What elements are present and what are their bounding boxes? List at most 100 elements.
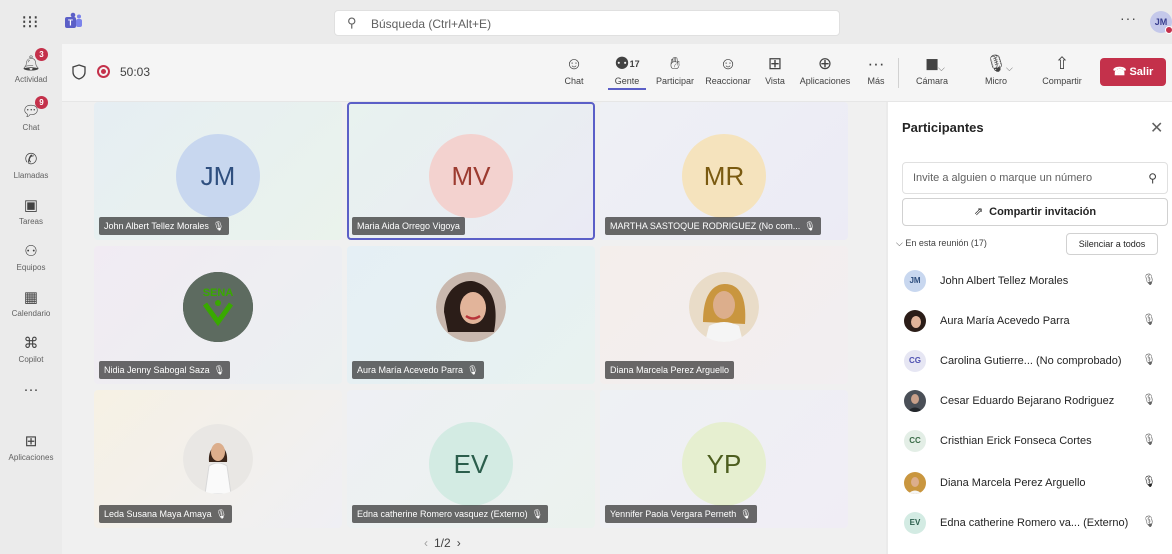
avatar: EV [904,512,926,534]
hangup-icon: ☎︎ [1112,66,1130,78]
video-tile[interactable]: Leda Susana Maya Amaya 🎙︎ [94,390,342,528]
shield-icon [72,64,86,80]
section-header[interactable]: ⌵ En esta reunión (17) [896,238,987,249]
rail-label: Tareas [18,217,43,226]
chevron-left-icon[interactable]: ‹ [424,536,428,550]
chevron-down-icon: ⌵ [1006,63,1013,73]
rail-item-aplicaciones[interactable]: ⊞ Aplicaciones [0,428,62,474]
tile-name: Nidia Jenny Sabogal Saza 🎙︎ [99,361,231,379]
video-tile[interactable]: JM John Albert Tellez Morales 🎙︎ [94,102,342,240]
meeting-toolbar: 50:03 ☺︎ Chat ⚉17 Gente ✋︎ Participar ☺ … [62,44,1172,102]
rail-item-more[interactable]: ··· [0,376,62,422]
panel-title: Participantes [902,120,984,135]
video-tile[interactable]: Aura María Acevedo Parra 🎙︎ [347,246,595,384]
participant-row[interactable]: EV Edna catherine Romero va... (Externo)… [902,508,1172,538]
avatar: MR [682,134,766,218]
page-indicator: 1/2 [434,536,451,550]
leave-button[interactable]: ☎︎ Salir [1100,58,1166,86]
hand-icon: ✋︎ [670,54,680,73]
rail-item-chat[interactable]: 💬︎ 9 Chat [0,96,62,144]
close-icon[interactable]: ✕ [1150,118,1163,138]
video-tile[interactable]: Diana Marcela Perez Arguello [600,246,848,384]
more-icon: ··· [867,54,885,73]
mic-off-icon: 🎙︎ [1142,516,1156,528]
toolbar-divider [898,58,899,88]
mic-off-icon: 🎙︎ [467,365,479,375]
rail-item-equipos[interactable]: ⚇ Equipos [0,238,62,284]
video-tile-active-speaker[interactable]: MV Maria Aida Orrego Vigoya [347,102,595,240]
avatar: JM [904,270,926,292]
participant-row[interactable]: CG Carolina Gutierre... (No comprobado) … [902,346,1172,376]
react-button[interactable]: ☺ Reaccionar [702,52,754,96]
avatar [904,390,926,412]
camera-button[interactable]: ◼︎ ⌵ Cámara [910,52,954,96]
user-avatar[interactable]: JM [1150,11,1172,34]
rail-label: Actividad [14,75,48,84]
mic-off-icon: 🎙︎ [804,221,816,231]
people-button[interactable]: ⚉17 Gente [608,52,646,96]
mute-all-button[interactable]: Silenciar a todos [1066,233,1158,255]
app-launcher-icon[interactable]: ⁝⁝⁝ [20,12,40,32]
video-tile[interactable]: YP Yennifer Paola Vergara Perneth 🎙︎ [600,390,848,528]
participant-row[interactable]: JM John Albert Tellez Morales 🎙︎ [902,266,1172,296]
tile-name: Maria Aida Orrego Vigoya [352,217,465,235]
rail-label: Calendario [11,309,51,318]
mic-off-icon: 🎙︎ ⌵ [976,52,1016,76]
avatar: EV [429,422,513,506]
mic-icon: 🎙︎ [1142,476,1156,488]
rail-item-tareas[interactable]: ▣ Tareas [0,192,62,238]
avatar [904,310,926,332]
rail-label: Equipos [16,263,46,272]
chat-badge: 9 [35,96,48,109]
mic-off-icon: 🎙︎ [531,509,544,519]
sena-logo-photo: SENA [183,272,253,342]
invite-placeholder: Invite a alguien o marque un número [913,172,1093,184]
participant-row[interactable]: Cesar Eduardo Bejarano Rodriguez 🎙︎ [902,386,1172,416]
apps-button[interactable]: ⊕ Aplicaciones [796,52,854,96]
tile-name: Aura María Acevedo Parra 🎙︎ [352,361,484,379]
profile-photo [183,424,253,494]
people-icon: ⚉17 [614,54,640,73]
add-icon: ⊕ [817,54,833,73]
chevron-right-icon[interactable]: › [457,536,461,550]
phone-icon: ✆ [24,151,38,168]
avatar: CC [904,430,926,452]
mic-off-icon: 🎙︎ [215,509,228,519]
tile-name: Edna catherine Romero vasquez (Externo) 🎙… [352,505,549,523]
avatar: CG [904,350,926,372]
video-tile[interactable]: MR MARTHA SASTOQUE RODRIGUEZ (No com... 🎙… [600,102,848,240]
mic-off-icon: 🎙︎ [740,509,752,519]
rail-item-llamadas[interactable]: ✆ Llamadas [0,146,62,192]
rail-item-calendario[interactable]: ▦ Calendario [0,284,62,330]
rail-item-copilot[interactable]: ⌘ Copilot [0,330,62,376]
view-button[interactable]: ⊞ Vista [758,52,792,96]
raise-hand-button[interactable]: ✋︎ Participar [652,52,698,96]
rail-label: Copilot [18,355,44,364]
search-box[interactable]: ⚲ Búsqueda (Ctrl+Alt+E) [334,10,840,36]
teams-logo-icon: T [65,12,82,28]
video-tile[interactable]: SENA Nidia Jenny Sabogal Saza 🎙︎ [94,246,342,384]
participant-row[interactable]: Aura María Acevedo Parra 🎙︎ [902,306,1172,336]
mic-off-icon: 🎙︎ [1142,274,1156,286]
share-invite-button[interactable]: ⇗ Compartir invitación [902,198,1168,226]
presence-dot [1165,26,1172,34]
invite-input[interactable]: Invite a alguien o marque un número ⚲ [902,162,1168,194]
more-button[interactable]: ··· Más [862,52,890,96]
participant-row[interactable]: Diana Marcela Perez Arguello 🎙︎ [902,468,1172,498]
video-tile[interactable]: EV Edna catherine Romero vasquez (Extern… [347,390,595,528]
teams-icon: ⚇ [24,243,38,260]
chat-icon: 💬︎ 9 [21,96,48,122]
avatar: JM [176,134,260,218]
search-placeholder: Búsqueda (Ctrl+Alt+E) [371,17,492,31]
mic-off-icon: 🎙︎ [1142,354,1156,366]
rail-item-actividad[interactable]: 🔔︎ 3 Actividad [0,48,62,96]
share-icon: ⇗ [973,206,984,218]
mic-button[interactable]: 🎙︎ ⌵ Micro [976,52,1016,96]
participant-row[interactable]: CC Cristhian Erick Fonseca Cortes 🎙︎ [902,426,1172,456]
chat-button[interactable]: ☺︎ Chat [556,52,592,96]
tasks-icon: ▣ [23,197,39,214]
tile-name: Diana Marcela Perez Arguello [605,361,735,379]
more-options-button[interactable]: ··· [1120,10,1137,26]
share-button[interactable]: ⇧ Compartir [1038,52,1086,96]
camera-off-icon: ◼︎ ⌵ [910,52,954,76]
